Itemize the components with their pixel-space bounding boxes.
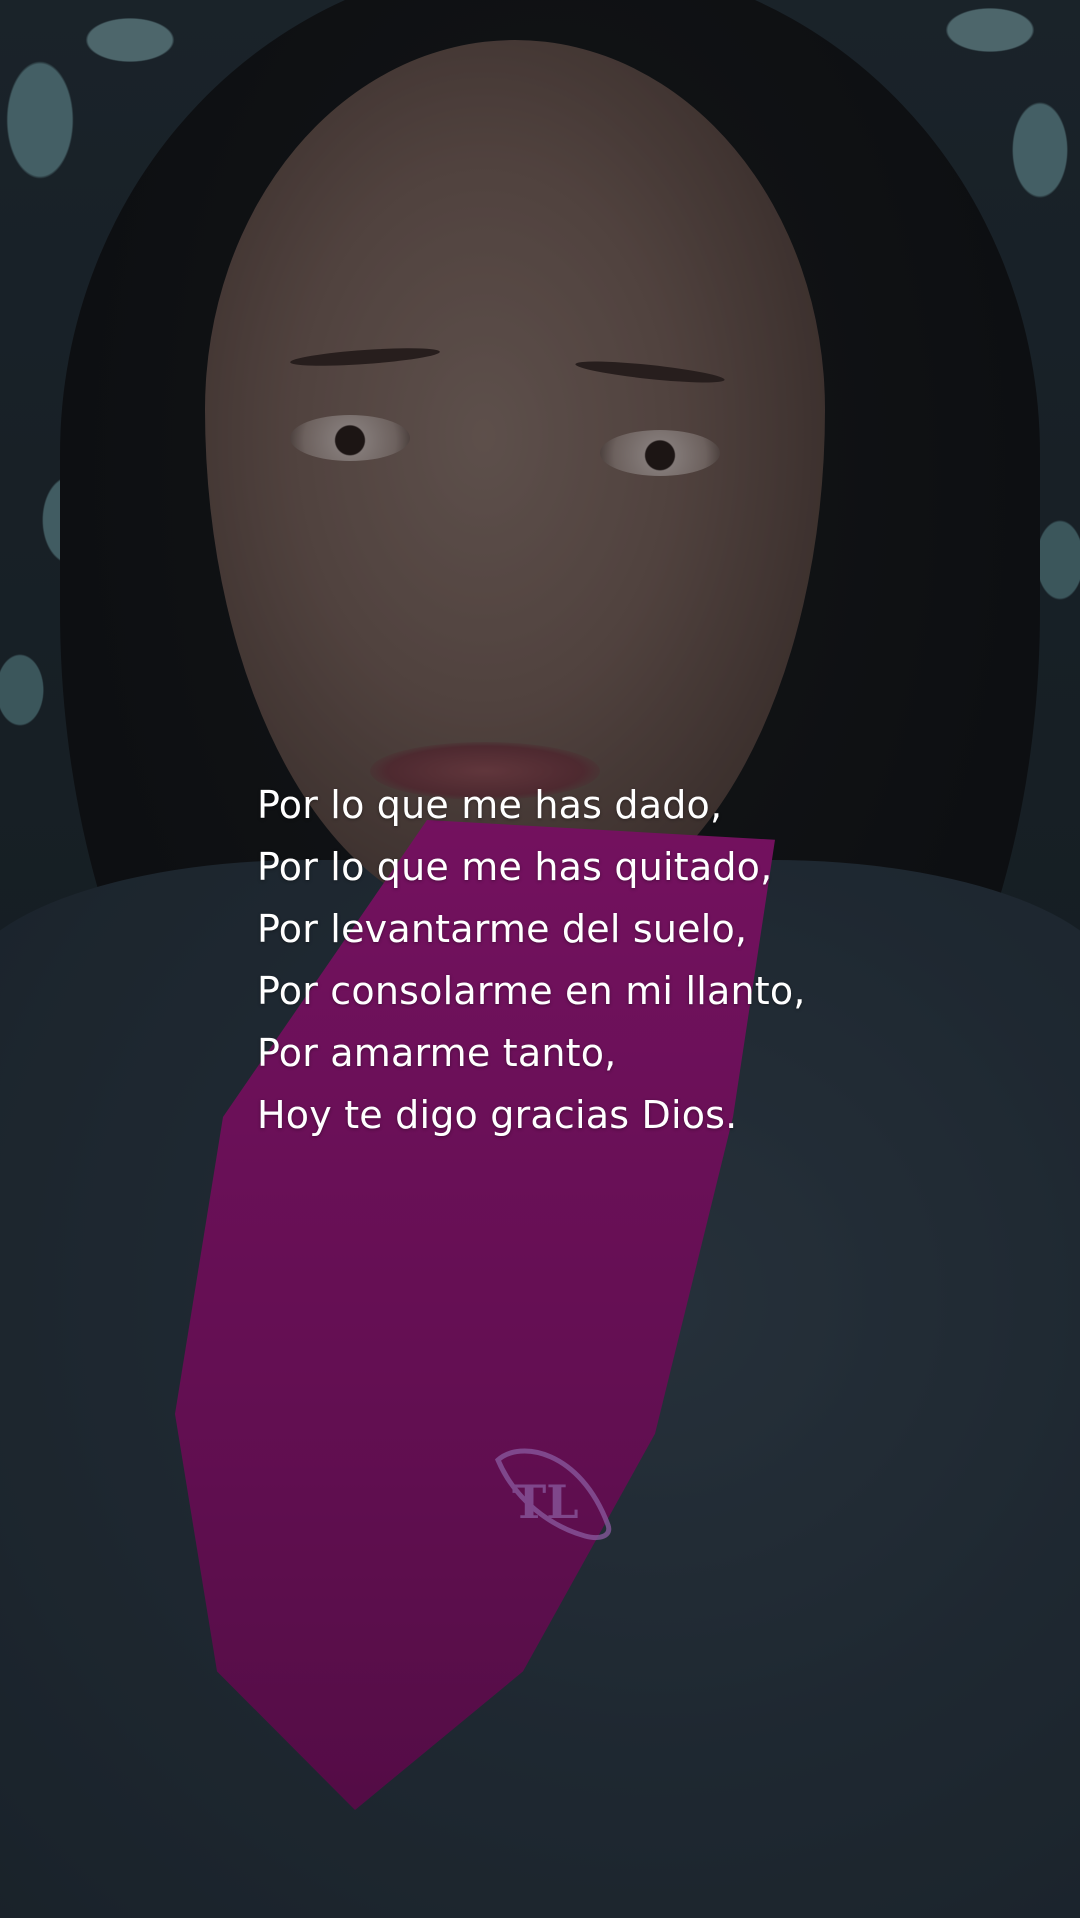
poem-line: Por levantarme del suelo, [257,907,748,951]
poem-text: Por lo que me has dado, Por lo que me ha… [257,774,1037,1146]
poem-line: Por consolarme en mi llanto, [257,969,806,1013]
tl-logo-text: TL [512,1475,579,1529]
poem-line: Hoy te digo gracias Dios. [257,1093,738,1137]
tl-logo-icon: TL [495,1448,612,1541]
photo-frame: Por lo que me has dado, Por lo que me ha… [0,0,1080,1918]
poem-line: Por lo que me has dado, [257,783,723,827]
poem-line: Por amarme tanto, [257,1031,617,1075]
poem-line: Por lo que me has quitado, [257,845,773,889]
